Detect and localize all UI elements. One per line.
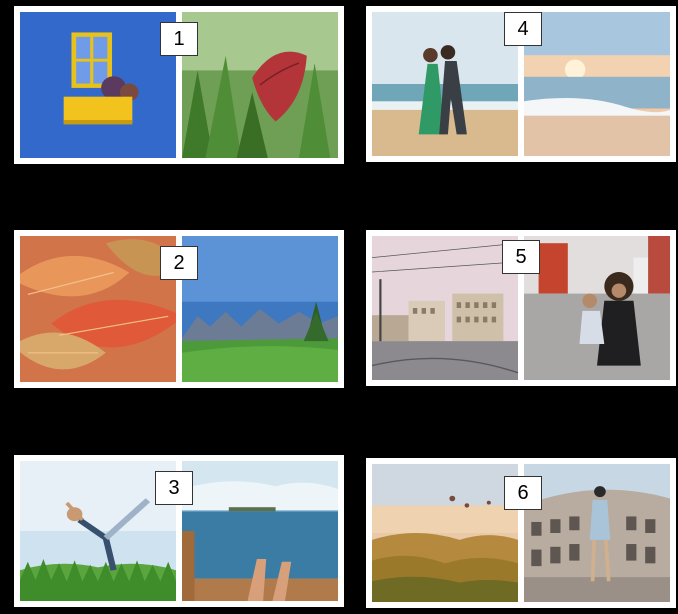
panel-number-label: 3 (155, 471, 193, 505)
red-leaf-grass-photo (182, 12, 338, 158)
hot-air-balloons-photo (372, 464, 518, 602)
yoga-pose-photo (20, 461, 176, 601)
panel-number-label: 1 (160, 22, 198, 56)
panel-number-label: 6 (504, 476, 542, 510)
blue-wall-window-photo (20, 12, 176, 158)
couple-on-beach-photo (372, 12, 518, 156)
photo-pair-4[interactable]: 4 (366, 6, 676, 162)
green-meadow-mountains-photo (182, 236, 338, 382)
mother-child-street-photo (524, 236, 670, 380)
photo-pair-2[interactable]: 2 (14, 230, 344, 388)
panel-number-label: 5 (502, 240, 540, 274)
panel-number-label: 4 (504, 12, 542, 46)
sunset-beach-photo (524, 12, 670, 156)
photo-pair-3[interactable]: 3 (14, 455, 344, 607)
panel-number-label: 2 (160, 246, 198, 280)
photo-pair-6[interactable]: 6 (366, 458, 676, 608)
city-square-photo (372, 236, 518, 380)
photo-pair-1[interactable]: 1 (14, 6, 344, 164)
feet-by-lake-photo (182, 461, 338, 601)
photo-pair-5[interactable]: 5 (366, 230, 676, 386)
autumn-leaves-photo (20, 236, 176, 382)
colosseum-woman-photo (524, 464, 670, 602)
